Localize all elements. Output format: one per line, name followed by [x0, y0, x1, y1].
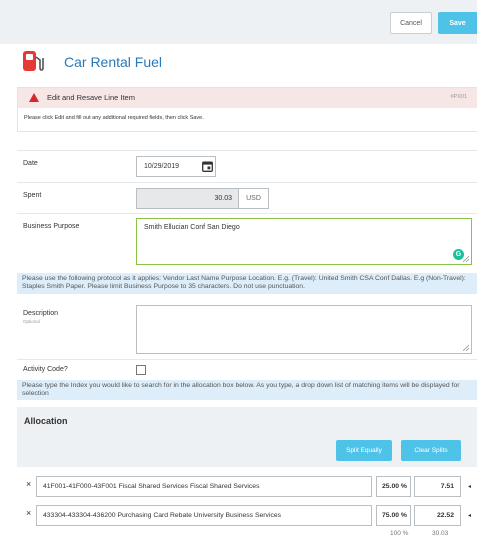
row-expand-icon[interactable]: ◂	[468, 512, 471, 519]
allocation-percent-field[interactable]: 75.00 %	[376, 505, 411, 526]
allocation-percent-value: 25.00 %	[382, 483, 407, 490]
activity-code-label: Activity Code?	[23, 366, 68, 373]
divider	[17, 182, 477, 183]
business-purpose-value: Smith Ellucian Conf San Diego	[144, 224, 240, 231]
top-action-bar: Cancel Save	[0, 0, 477, 44]
save-button[interactable]: Save	[438, 12, 477, 34]
activity-code-checkbox[interactable]	[136, 365, 146, 375]
spent-field: 30.03 USD	[136, 188, 269, 209]
allocation-account-value: 433304-433304-436200 Purchasing Card Reb…	[43, 512, 282, 519]
remove-row-icon[interactable]: ×	[26, 479, 31, 489]
calendar-icon[interactable]	[202, 161, 213, 172]
alert-header: Edit and Resave Line Item #PX01	[18, 88, 477, 108]
description-label: Description	[23, 310, 59, 317]
allocation-percent-value: 75.00 %	[382, 512, 407, 519]
allocation-account-value: 41F001-41F000-43F001 Fiscal Shared Servi…	[43, 483, 260, 490]
remove-row-icon[interactable]: ×	[26, 508, 31, 518]
allocation-amount-value: 7.51	[440, 483, 454, 490]
allocation-amount-field[interactable]: 7.51	[414, 476, 461, 497]
date-field[interactable]: 10/29/2019	[136, 156, 216, 177]
allocation-account-field[interactable]: 41F001-41F000-43F001 Fiscal Shared Servi…	[36, 476, 372, 497]
date-label: Date	[23, 160, 38, 167]
page-header: Car Rental Fuel	[0, 44, 477, 82]
allocation-percent-field[interactable]: 25.00 %	[376, 476, 411, 497]
total-percent: 100 %	[390, 530, 409, 537]
alert-box: Edit and Resave Line Item #PX01 Please c…	[17, 87, 477, 132]
split-equally-button[interactable]: Split Equally	[336, 440, 392, 461]
clear-splits-button[interactable]: Clear Splits	[401, 440, 461, 461]
allocation-amount-field[interactable]: 22.52	[414, 505, 461, 526]
business-purpose-help: Please use the following protocol as it …	[17, 273, 477, 294]
warning-icon	[29, 93, 39, 102]
divider	[17, 213, 477, 214]
total-amount: 30.03	[432, 530, 449, 537]
divider	[17, 150, 477, 151]
divider	[17, 359, 477, 360]
spent-label: Spent	[23, 192, 42, 199]
currency-code: USD	[238, 189, 268, 208]
business-purpose-label: Business Purpose	[23, 223, 80, 230]
description-sublabel: Optional	[23, 319, 40, 324]
spent-value: 30.03	[214, 195, 232, 202]
row-expand-icon[interactable]: ◂	[468, 483, 471, 490]
cancel-button[interactable]: Cancel	[390, 12, 432, 34]
date-value: 10/29/2019	[144, 163, 180, 170]
allocation-account-field[interactable]: 433304-433304-436200 Purchasing Card Reb…	[36, 505, 372, 526]
page-title: Car Rental Fuel	[64, 54, 163, 70]
index-search-help: Please type the Index you would like to …	[17, 380, 477, 400]
allocation-header: Allocation	[17, 407, 477, 437]
alert-code: #PX01	[450, 94, 467, 100]
allocation-title: Allocation	[24, 416, 68, 426]
description-field[interactable]	[136, 305, 472, 354]
allocation-amount-value: 22.52	[436, 512, 454, 519]
business-purpose-field[interactable]: Smith Ellucian Conf San Diego G	[136, 218, 472, 265]
fuel-pump-icon	[23, 51, 44, 71]
alert-title: Edit and Resave Line Item	[47, 93, 135, 102]
resize-handle-icon[interactable]	[463, 345, 469, 351]
resize-handle-icon[interactable]	[463, 256, 469, 262]
alert-message: Please click Edit and fill out any addit…	[24, 115, 204, 121]
